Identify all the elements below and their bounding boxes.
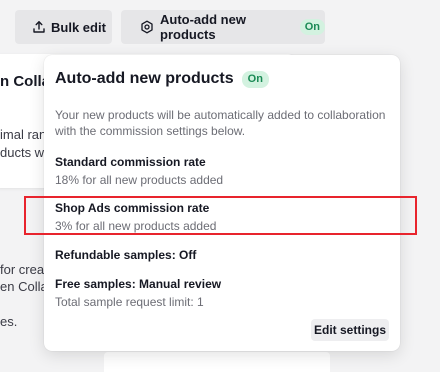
gear-icon [140, 20, 154, 34]
popover-title-row: Auto-add new products On [55, 70, 269, 88]
edit-settings-button[interactable]: Edit settings [311, 319, 389, 341]
auto-add-label: Auto-add new products [160, 12, 246, 42]
highlight-box [24, 196, 417, 235]
background-strip [104, 352, 330, 372]
background-card-line: ducts wil [0, 145, 50, 160]
bulk-edit-label: Bulk edit [51, 19, 106, 35]
free-samples-limit: Total sample request limit: 1 [55, 295, 204, 309]
standard-commission-heading: Standard commission rate [55, 155, 206, 169]
refundable-samples-label: Refundable samples: Off [55, 248, 197, 262]
popover-description: Your new products will be automatically … [55, 108, 386, 138]
popover-title: Auto-add new products [55, 70, 234, 87]
upload-icon [32, 20, 46, 34]
standard-commission-value: 18% for all new products added [55, 173, 224, 187]
bulk-edit-button[interactable]: Bulk edit [15, 10, 112, 44]
free-samples-heading: Free samples: Manual review [55, 277, 222, 291]
standard-commission-section: Standard commission rate 18% for all new… [55, 154, 385, 188]
background-text-line: es. [0, 314, 18, 329]
free-samples-section: Free samples: Manual review Total sample… [55, 276, 385, 310]
popover-status-badge: On [241, 70, 269, 88]
auto-add-products-button[interactable]: Auto-add new products On [121, 10, 325, 44]
refundable-samples-section: Refundable samples: Off [55, 247, 385, 263]
status-badge: On [299, 19, 325, 35]
